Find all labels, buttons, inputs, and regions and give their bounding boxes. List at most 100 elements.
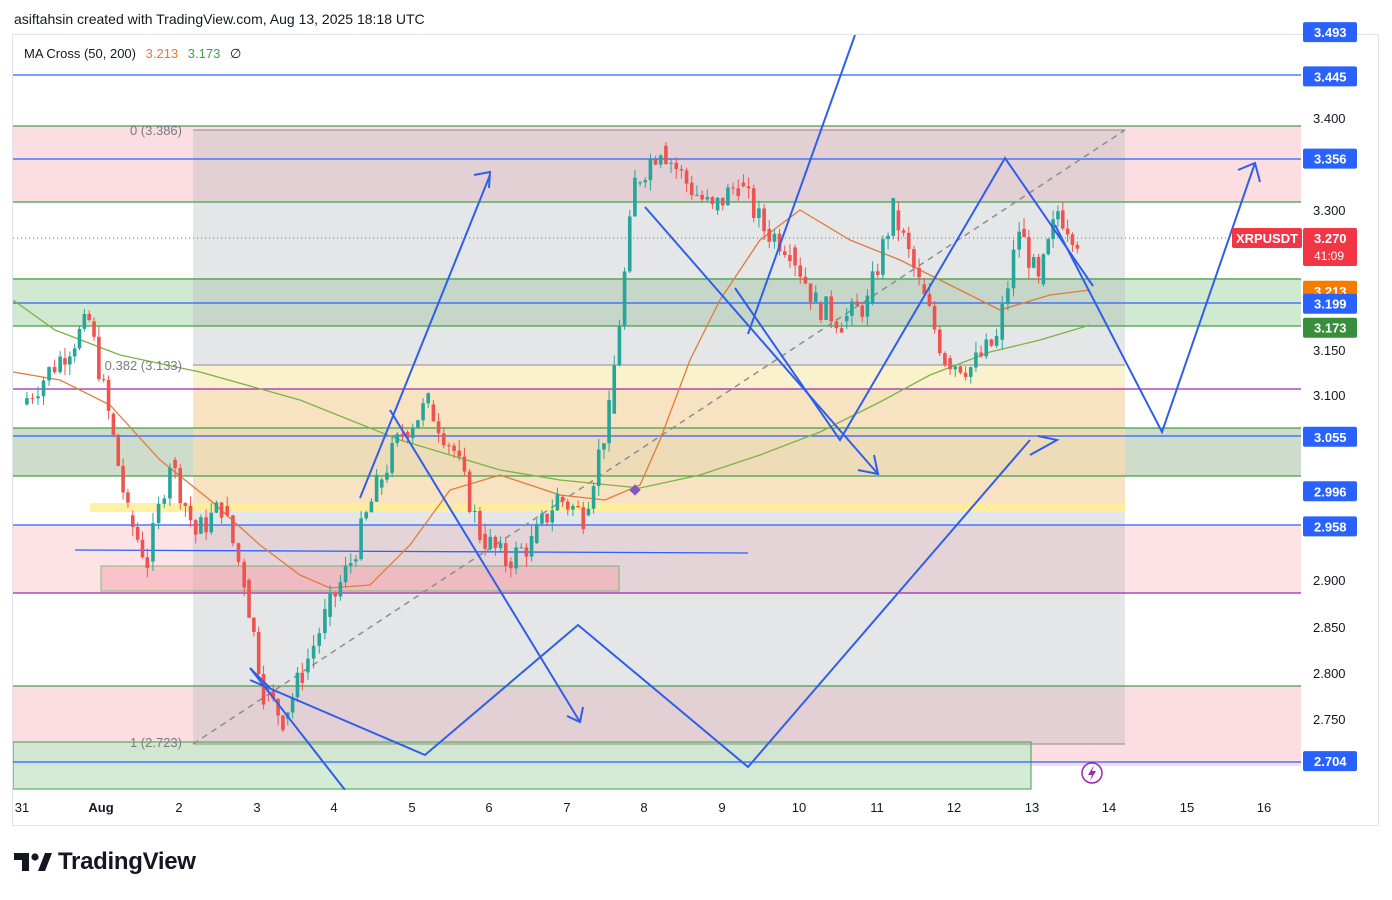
candle <box>881 235 885 280</box>
price-tick: 2.850 <box>1313 620 1346 635</box>
candle <box>937 325 942 356</box>
time-tick: 10 <box>792 800 806 815</box>
indicator-legend[interactable]: MA Cross (50, 200) 3.213 3.173 ∅ <box>24 46 247 62</box>
time-tick: 15 <box>1180 800 1194 815</box>
time-tick: 5 <box>408 800 415 815</box>
time-tick: 4 <box>330 800 337 815</box>
candle <box>627 209 632 274</box>
candle <box>72 343 77 363</box>
tradingview-mark-icon <box>14 853 52 871</box>
candle <box>116 433 121 467</box>
tradingview-logo[interactable]: TradingView <box>14 848 196 876</box>
time-tick: 14 <box>1102 800 1116 815</box>
candle <box>58 351 62 375</box>
candle <box>478 507 482 544</box>
price-badge-3493: 3.493 <box>1303 22 1357 43</box>
candle <box>30 393 35 404</box>
candle <box>932 301 937 334</box>
chart-canvas[interactable]: 0 (3.386) 0.382 (3.133) 1 (2.723) 3.400 … <box>0 0 1392 900</box>
hidden-toggle-icon[interactable]: ∅ <box>230 46 241 61</box>
price-badge-3055: 3.055 <box>1303 426 1357 447</box>
time-tick: 7 <box>563 800 570 815</box>
candle <box>1046 237 1051 256</box>
price-badge-label: 2.958 <box>1314 519 1347 534</box>
candle <box>622 267 627 330</box>
fib-label-0: 0 (3.386) <box>130 123 182 138</box>
candle <box>231 514 235 547</box>
symbol-price-tag: XRPUSDT 3.270 41:09 <box>1232 228 1357 266</box>
last-price: 3.270 <box>1314 231 1347 246</box>
time-tick: 9 <box>718 800 725 815</box>
time-tick: 31 <box>15 800 29 815</box>
candle <box>188 496 193 527</box>
candle <box>101 373 106 383</box>
candle <box>47 366 51 387</box>
ma-slow-value: 3.173 <box>187 46 221 61</box>
symbol-ticker: XRPUSDT <box>1236 231 1298 246</box>
price-badge-label: 3.445 <box>1314 69 1347 84</box>
candle <box>168 463 172 507</box>
price-tick: 3.100 <box>1313 388 1346 403</box>
time-tick: 11 <box>870 800 884 815</box>
candle <box>77 325 82 351</box>
price-badge-2958: 2.958 <box>1303 516 1357 537</box>
price-badge-label: 3.493 <box>1314 25 1347 40</box>
bar-countdown: 41:09 <box>1314 249 1344 263</box>
candle <box>106 375 111 420</box>
time-tick: 16 <box>1257 800 1271 815</box>
price-badge-label: 2.996 <box>1314 484 1347 499</box>
time-axis[interactable]: 31 Aug 2 3 4 5 6 7 8 9 10 11 12 13 14 15… <box>15 800 1271 815</box>
lightning-icon[interactable] <box>1081 762 1103 784</box>
candle <box>819 300 823 324</box>
candle <box>199 514 203 535</box>
price-badge-3445: 3.445 <box>1303 66 1357 87</box>
candle <box>63 347 67 376</box>
price-badge-label: 3.199 <box>1314 297 1347 312</box>
price-badge-3199: 3.199 <box>1303 293 1357 314</box>
candle <box>41 377 46 405</box>
fib-yellow-band <box>193 365 1125 389</box>
candle <box>359 511 363 561</box>
price-tick: 2.750 <box>1313 712 1346 727</box>
price-tick: 3.150 <box>1313 343 1346 358</box>
price-tick: 3.300 <box>1313 203 1346 218</box>
fib-label-0382: 0.382 (3.133) <box>105 358 182 373</box>
demand-box <box>100 565 620 592</box>
time-tick: 6 <box>485 800 492 815</box>
price-badge-label: 3.173 <box>1314 321 1347 336</box>
candle <box>97 326 101 382</box>
time-tick: 2 <box>175 800 182 815</box>
price-tick: 2.800 <box>1313 666 1346 681</box>
candle <box>214 500 219 514</box>
price-badge-2996: 2.996 <box>1303 481 1357 502</box>
price-badge-label: 2.704 <box>1314 754 1347 769</box>
candle <box>256 626 261 679</box>
candle <box>25 391 29 406</box>
ma-fast-value: 3.213 <box>145 46 179 61</box>
price-badge-3356: 3.356 <box>1303 148 1357 169</box>
price-tick: 3.400 <box>1313 111 1346 126</box>
zone-layer <box>13 126 1301 790</box>
time-tick: Aug <box>88 800 113 815</box>
price-badge-2704: 2.704 <box>1303 751 1357 772</box>
time-tick: 3 <box>253 800 260 815</box>
candle <box>178 464 183 510</box>
candle <box>247 578 251 618</box>
candle <box>68 351 72 376</box>
time-tick: 8 <box>640 800 647 815</box>
candle <box>281 714 285 733</box>
time-tick: 12 <box>947 800 961 815</box>
candle <box>824 296 828 321</box>
candle <box>891 197 896 240</box>
time-tick: 13 <box>1025 800 1039 815</box>
candle <box>52 359 57 374</box>
fib-label-1: 1 (2.723) <box>130 735 182 750</box>
candle <box>751 184 756 223</box>
indicator-name[interactable]: MA Cross (50, 200) <box>24 46 136 61</box>
price-badge-3173: 3.173 <box>1303 317 1357 338</box>
candle <box>943 351 947 368</box>
candle <box>467 469 472 514</box>
candle <box>1041 253 1046 287</box>
price-axis[interactable]: 3.400 3.300 3.150 3.100 2.900 2.850 2.80… <box>1313 111 1346 727</box>
candle <box>617 319 622 367</box>
